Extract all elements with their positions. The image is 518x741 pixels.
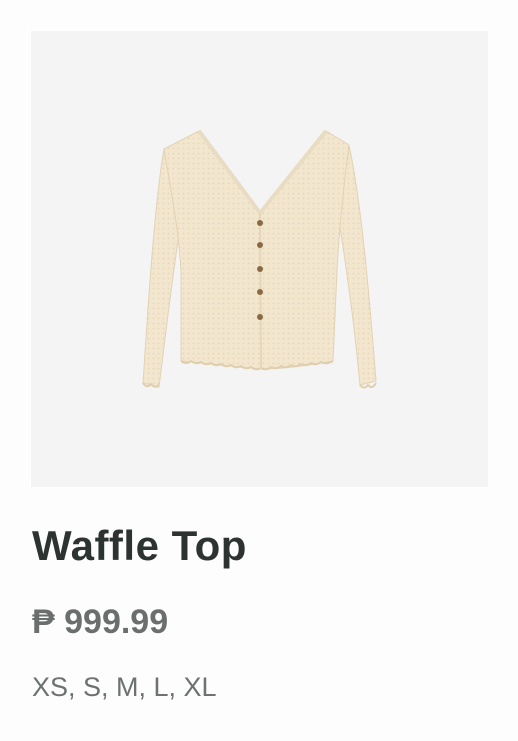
left-front-panel: [163, 130, 262, 370]
product-price: ₱ 999.99: [32, 603, 169, 641]
product-card[interactable]: Waffle Top ₱ 999.99 XS, S, M, L, XL: [0, 0, 518, 741]
cardigan-illustration: [142, 129, 377, 389]
button-3: [257, 266, 263, 272]
button-2: [257, 242, 263, 248]
product-sizes: XS, S, M, L, XL: [32, 672, 217, 702]
right-front-panel: [259, 130, 350, 370]
button-5: [257, 314, 263, 320]
product-title[interactable]: Waffle Top: [32, 518, 247, 574]
button-1: [257, 220, 263, 226]
button-4: [257, 289, 263, 295]
product-image[interactable]: [31, 31, 488, 487]
